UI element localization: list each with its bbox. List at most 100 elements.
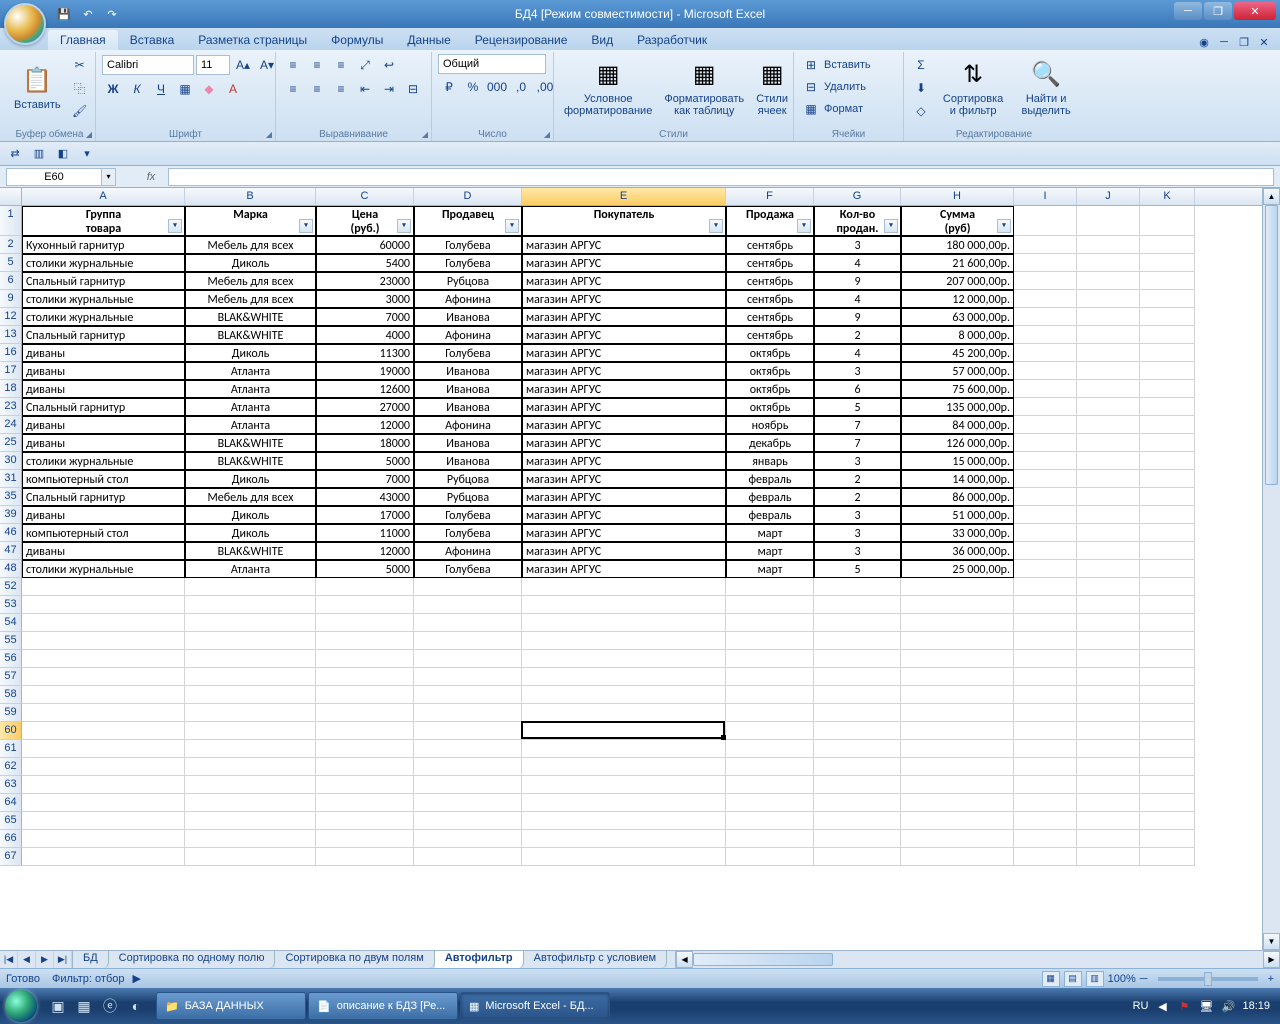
cell[interactable] [522,776,726,794]
filter-dropdown-icon[interactable]: ▾ [505,219,519,233]
page-layout-view-button[interactable]: ▤ [1064,971,1082,987]
cell[interactable] [1077,740,1140,758]
cell[interactable]: март [726,542,814,560]
cell[interactable]: 4 [814,254,901,272]
cell[interactable]: 14 000,00р. [901,470,1014,488]
row-header[interactable]: 30 [0,452,22,470]
row-header[interactable]: 23 [0,398,22,416]
cell[interactable] [522,848,726,866]
start-button[interactable] [0,988,42,1024]
cell[interactable]: 135 000,00р. [901,398,1014,416]
ribbon-tab-review[interactable]: Рецензирование [463,30,580,50]
cell[interactable]: Диколь [185,470,316,488]
cell[interactable] [1077,488,1140,506]
cell[interactable] [1014,668,1077,686]
cell[interactable]: 12000 [316,416,414,434]
header-cell[interactable] [1077,206,1140,236]
cell[interactable] [901,722,1014,740]
cell[interactable] [814,596,901,614]
insert-label[interactable]: Вставить [824,59,871,71]
cell[interactable]: магазин АРГУС [522,542,726,560]
cell[interactable] [726,848,814,866]
cell[interactable] [1140,740,1195,758]
tray-icon[interactable]: ◀ [1154,998,1170,1014]
column-header[interactable]: J [1077,188,1140,205]
cell[interactable] [901,776,1014,794]
cell[interactable] [1077,614,1140,632]
cell[interactable]: Голубева [414,344,522,362]
increase-decimal-icon[interactable]: ,0 [510,76,532,98]
cell[interactable] [901,578,1014,596]
zoom-out-button[interactable]: ─ [1140,973,1148,985]
find-select-button[interactable]: 🔍 Найти и выделить [1014,54,1078,122]
cell[interactable]: компьютерный стол [22,524,185,542]
scroll-thumb[interactable] [693,953,833,966]
cell[interactable] [1140,236,1195,254]
cell[interactable]: 5 [814,560,901,578]
cell[interactable] [522,740,726,758]
row-header[interactable]: 63 [0,776,22,794]
cell[interactable] [22,650,185,668]
cell[interactable]: 45 200,00р. [901,344,1014,362]
maximize-button[interactable]: ❐ [1204,2,1232,20]
cell[interactable]: Атланта [185,398,316,416]
percent-icon[interactable]: % [462,76,484,98]
decrease-indent-icon[interactable]: ⇤ [354,78,376,100]
cell[interactable]: 11300 [316,344,414,362]
row-header[interactable]: 66 [0,830,22,848]
cell[interactable]: Рубцова [414,488,522,506]
clock[interactable]: 18:19 [1242,1000,1270,1012]
cell[interactable]: столики журнальные [22,308,185,326]
cell[interactable]: 19000 [316,362,414,380]
cell[interactable]: 5000 [316,560,414,578]
cell[interactable] [22,668,185,686]
cell[interactable]: Спальный гарнитур [22,398,185,416]
macro-record-icon[interactable]: ▶ [132,972,140,985]
formula-input[interactable] [168,168,1274,186]
tray-icon[interactable]: 🖥 [1198,998,1214,1014]
cell[interactable]: февраль [726,506,814,524]
cell[interactable] [1140,650,1195,668]
font-name-combo[interactable] [102,55,194,75]
cell[interactable]: Иванова [414,434,522,452]
cell[interactable] [726,704,814,722]
comma-icon[interactable]: 000 [486,76,508,98]
cell[interactable]: март [726,524,814,542]
cell[interactable] [726,686,814,704]
cell[interactable] [901,668,1014,686]
row-header[interactable]: 25 [0,434,22,452]
cell[interactable] [901,704,1014,722]
cell[interactable]: 57 000,00р. [901,362,1014,380]
cell[interactable]: магазин АРГУС [522,326,726,344]
cell[interactable] [1077,758,1140,776]
cell[interactable] [1140,362,1195,380]
header-cell[interactable]: Марка▾ [185,206,316,236]
cell[interactable]: Кухонный гарнитур [22,236,185,254]
column-header[interactable]: I [1014,188,1077,205]
column-header[interactable]: E [522,188,726,205]
row-header[interactable]: 1 [0,206,22,236]
cell[interactable]: 43000 [316,488,414,506]
cell[interactable]: BLAK&WHITE [185,542,316,560]
cell[interactable]: 75 600,00р. [901,380,1014,398]
cell[interactable]: Иванова [414,362,522,380]
minimize-button[interactable]: ─ [1174,2,1202,20]
cell[interactable] [1014,650,1077,668]
cell[interactable] [726,758,814,776]
cell[interactable] [522,578,726,596]
cell[interactable] [1077,668,1140,686]
cell[interactable]: диваны [22,416,185,434]
cell[interactable] [1014,254,1077,272]
cell[interactable]: сентябрь [726,326,814,344]
decrease-font-icon[interactable]: A▾ [256,54,278,76]
cell[interactable]: 25 000,00р. [901,560,1014,578]
cell[interactable] [1077,524,1140,542]
row-header[interactable]: 67 [0,848,22,866]
cell[interactable] [414,650,522,668]
cell[interactable] [22,578,185,596]
scroll-thumb[interactable] [1265,205,1278,485]
cell[interactable]: октябрь [726,362,814,380]
cell[interactable]: 2 [814,470,901,488]
cell[interactable] [316,776,414,794]
cell[interactable] [316,578,414,596]
